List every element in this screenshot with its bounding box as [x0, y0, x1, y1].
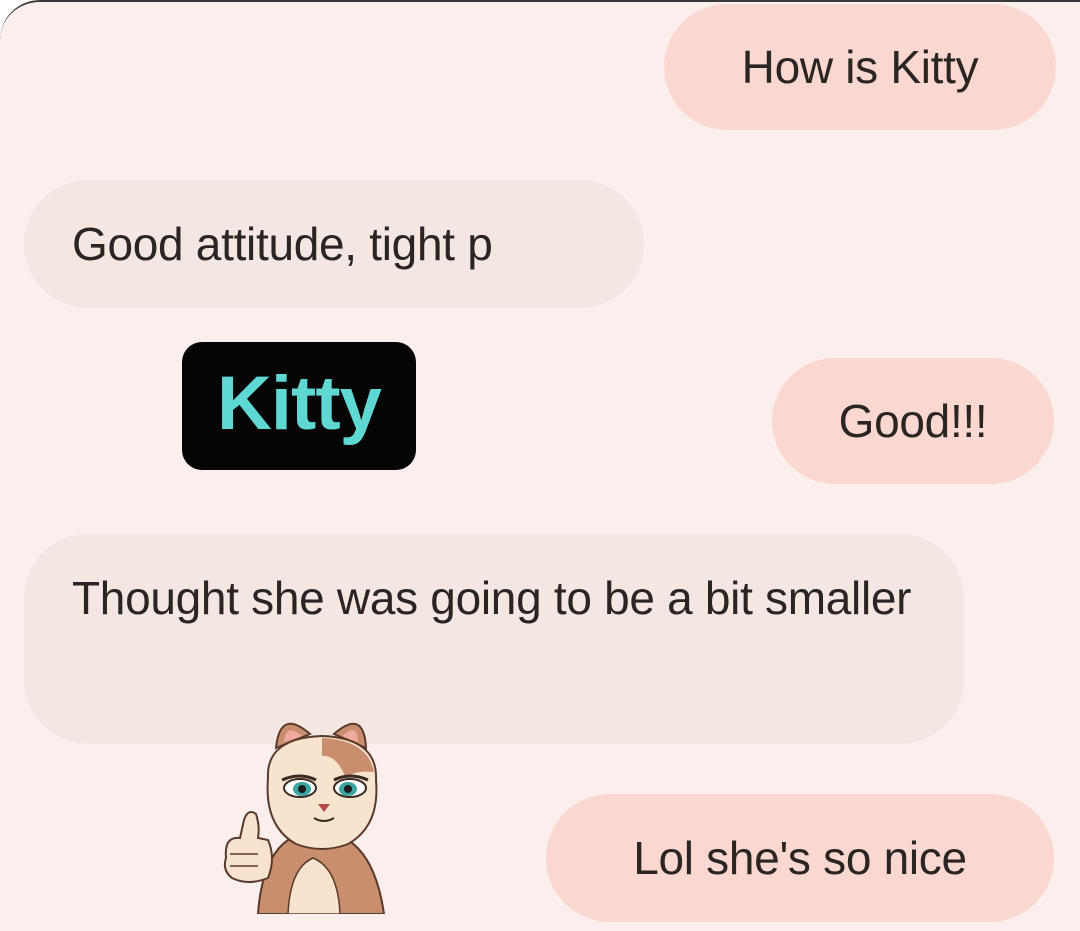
message-bubble-outgoing[interactable]: How is Kitty	[664, 4, 1056, 130]
message-text: How is Kitty	[741, 41, 979, 93]
chat-screen: How is Kitty Good attitude, tight p Kitt…	[0, 0, 1080, 931]
cat-thumbs-up-sticker-icon[interactable]	[218, 708, 408, 914]
message-bubble-outgoing[interactable]: Lol she's so nice	[546, 794, 1054, 922]
message-bubble-incoming[interactable]: Thought she was going to be a bit smalle…	[24, 534, 964, 744]
message-text: Lol she's so nice	[633, 832, 967, 884]
kitty-overlay-label: Kitty	[182, 342, 416, 470]
message-text: Good!!!	[838, 395, 988, 447]
message-text: Thought she was going to be a bit smalle…	[72, 572, 912, 624]
message-bubble-incoming[interactable]: Good attitude, tight p	[24, 180, 644, 308]
message-text: Good attitude, tight p	[72, 218, 493, 270]
message-bubble-outgoing[interactable]: Good!!!	[772, 358, 1054, 484]
overlay-label-text: Kitty	[217, 361, 382, 446]
